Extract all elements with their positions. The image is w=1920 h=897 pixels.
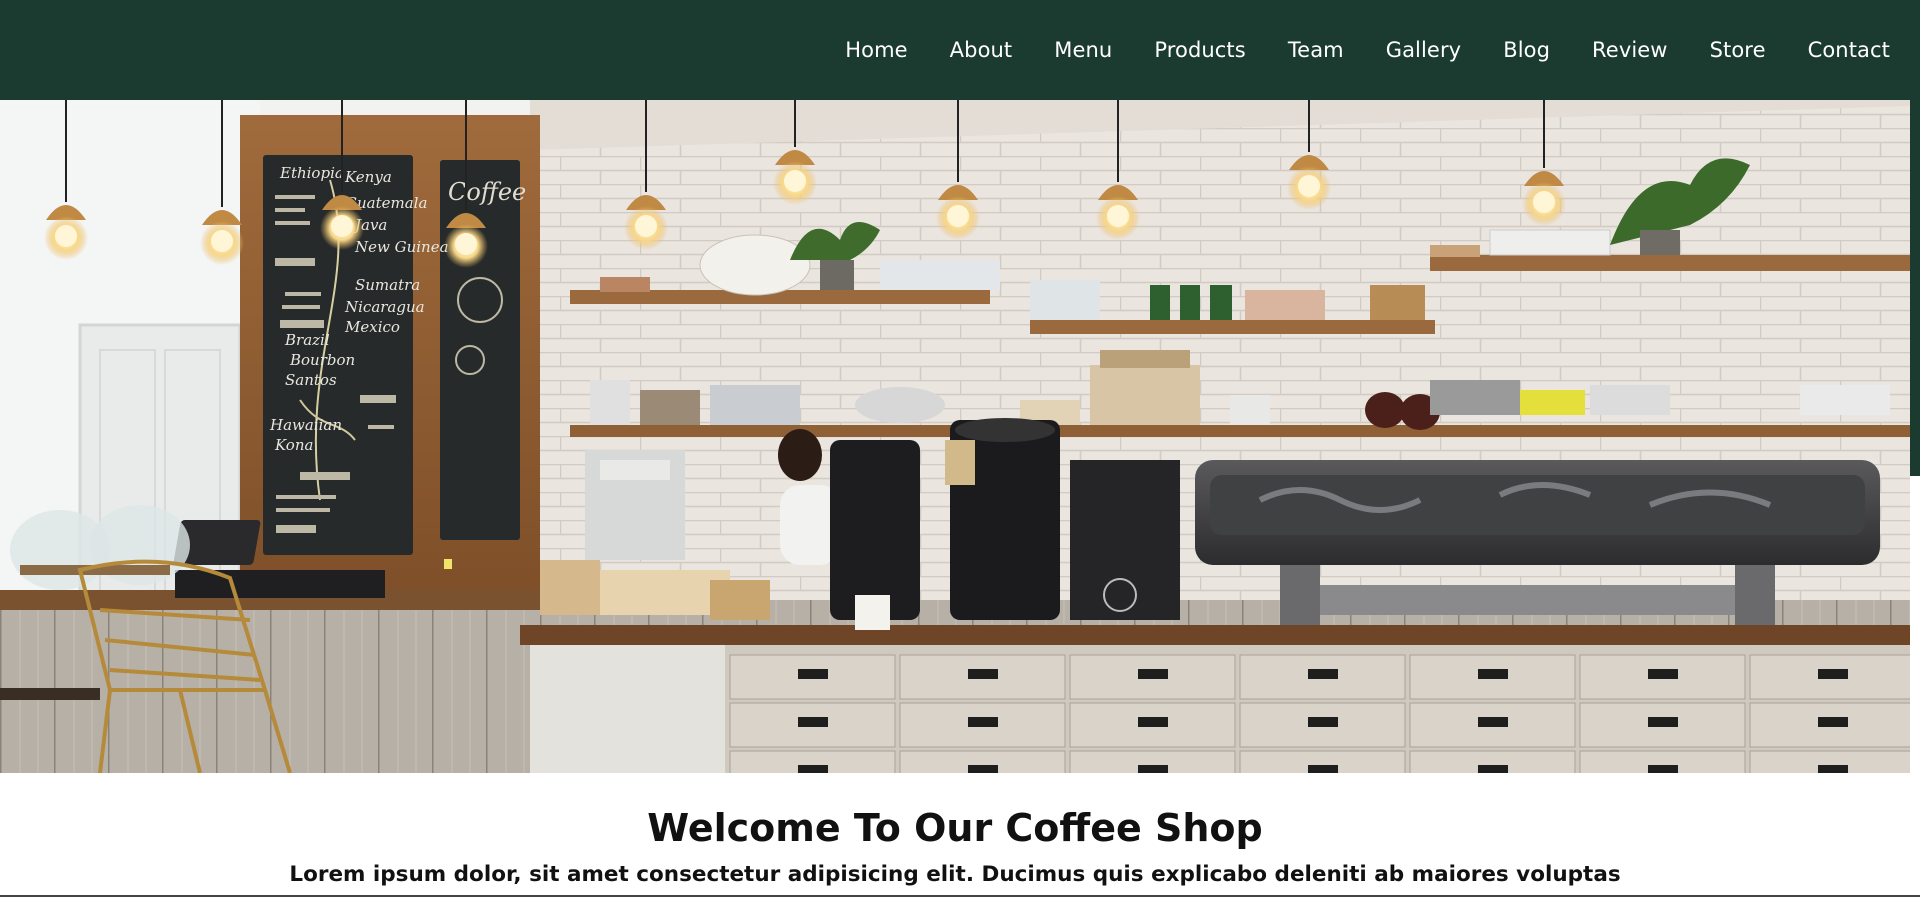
drawer-handle xyxy=(968,765,998,773)
nav-list: Home About Menu Products Team Gallery Bl… xyxy=(803,0,1890,100)
nav-item-about: About xyxy=(950,38,1013,62)
svg-text:Ethiopia: Ethiopia xyxy=(279,164,344,182)
drawer-handle xyxy=(1138,669,1168,679)
welcome-text: Lorem ipsum dolor, sit amet consectetur … xyxy=(289,862,1621,887)
drawer-handle xyxy=(968,717,998,727)
drawer-handle xyxy=(1478,717,1508,727)
drawer-handle xyxy=(1648,717,1678,727)
drawer-handle xyxy=(798,765,828,773)
nav-item-blog: Blog xyxy=(1503,38,1550,62)
drawers xyxy=(729,654,1910,773)
svg-text:Hawaiian: Hawaiian xyxy=(269,416,342,434)
drawer-handle xyxy=(1648,669,1678,679)
svg-text:Kona: Kona xyxy=(274,436,313,454)
nav-link-gallery[interactable]: Gallery xyxy=(1386,38,1462,62)
nav-item-team: Team xyxy=(1288,38,1344,62)
svg-text:Mexico: Mexico xyxy=(344,318,400,336)
nav-link-team[interactable]: Team xyxy=(1288,38,1344,62)
drawer-handle xyxy=(1308,669,1338,679)
drawer-handle xyxy=(1818,669,1848,679)
drawer-handle xyxy=(1138,765,1168,773)
navbar: Home About Menu Products Team Gallery Bl… xyxy=(0,0,1920,100)
nav-link-products[interactable]: Products xyxy=(1154,38,1245,62)
nav-link-home[interactable]: Home xyxy=(845,38,907,62)
nav-item-gallery: Gallery xyxy=(1386,38,1462,62)
nav-item-home: Home xyxy=(845,38,907,62)
svg-text:Kenya: Kenya xyxy=(344,168,392,186)
coffee-shop-illustration: Ethiopia Kenya Guatemala Java New Guinea… xyxy=(0,100,1910,773)
nav-link-review[interactable]: Review xyxy=(1592,38,1668,62)
drawer-handle xyxy=(968,669,998,679)
drawer-handle xyxy=(1478,765,1508,773)
drawer-handle xyxy=(798,669,828,679)
chalkboard-right-text: Coffee xyxy=(448,178,526,206)
drawer-handle xyxy=(1138,717,1168,727)
nav-link-blog[interactable]: Blog xyxy=(1503,38,1550,62)
nav-item-menu: Menu xyxy=(1054,38,1112,62)
drawer-handle xyxy=(1818,765,1848,773)
nav-link-about[interactable]: About xyxy=(950,38,1013,62)
drawer-handle xyxy=(798,717,828,727)
drawer-handle xyxy=(1308,765,1338,773)
svg-text:Nicaragua: Nicaragua xyxy=(344,298,425,316)
nav-link-contact[interactable]: Contact xyxy=(1808,38,1890,62)
drawer-handle xyxy=(1648,765,1678,773)
nav-item-store: Store xyxy=(1710,38,1766,62)
drawer-handle xyxy=(1478,669,1508,679)
hero-image: Ethiopia Kenya Guatemala Java New Guinea… xyxy=(0,100,1910,773)
chalkboard-pillar: Ethiopia Kenya Guatemala Java New Guinea… xyxy=(240,115,540,615)
svg-text:New Guinea: New Guinea xyxy=(354,238,449,256)
nav-link-store[interactable]: Store xyxy=(1710,38,1766,62)
nav-item-contact: Contact xyxy=(1808,38,1890,62)
nav-item-products: Products xyxy=(1154,38,1245,62)
drawer-handle xyxy=(1308,717,1338,727)
nav-link-menu[interactable]: Menu xyxy=(1054,38,1112,62)
welcome-section: Welcome To Our Coffee Shop Lorem ipsum d… xyxy=(0,773,1910,897)
welcome-title: Welcome To Our Coffee Shop xyxy=(647,806,1263,850)
svg-text:Sumatra: Sumatra xyxy=(355,276,420,294)
svg-text:Santos: Santos xyxy=(285,371,337,389)
drawer-handle xyxy=(1818,717,1848,727)
nav-item-review: Review xyxy=(1592,38,1668,62)
svg-text:Brazil: Brazil xyxy=(284,331,330,349)
svg-text:Bourbon: Bourbon xyxy=(289,351,355,369)
